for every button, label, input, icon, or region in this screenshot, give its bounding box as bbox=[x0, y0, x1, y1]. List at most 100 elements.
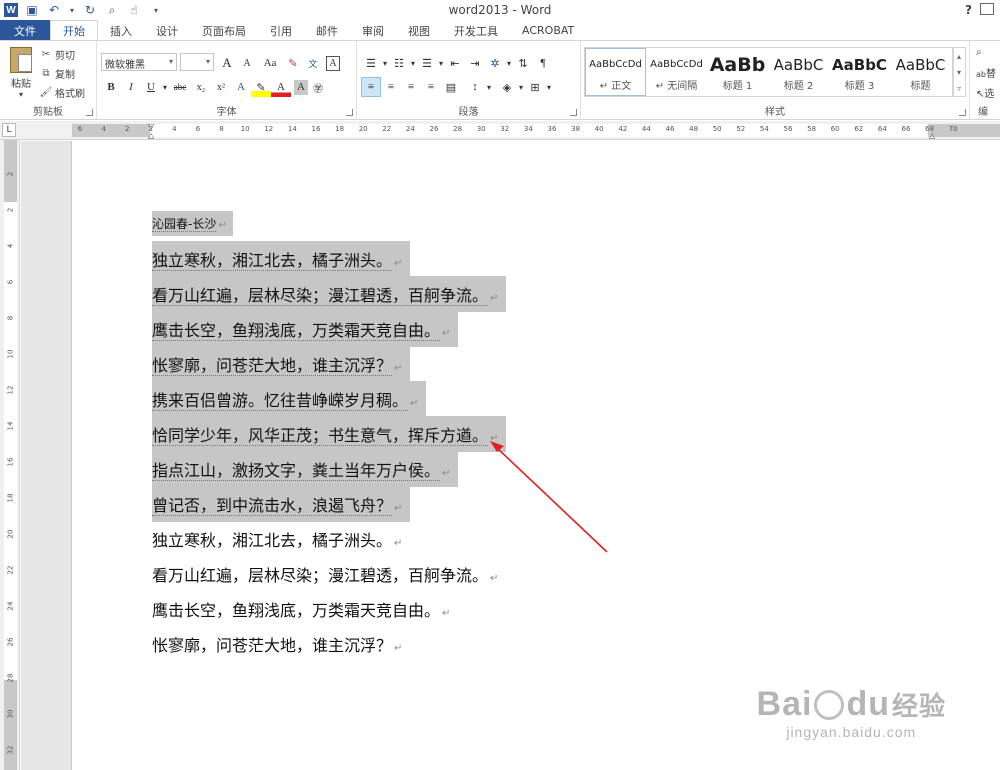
style-no-spacing[interactable]: AaBbCcDd ↵ 无间隔 bbox=[646, 48, 707, 96]
shading-icon[interactable]: ◈ bbox=[497, 77, 517, 97]
style-heading-1[interactable]: AaBb 标题 1 bbox=[707, 48, 768, 96]
tab-home[interactable]: 开始 bbox=[50, 20, 98, 41]
styles-launcher-icon[interactable] bbox=[959, 109, 966, 116]
bold-button[interactable]: B bbox=[101, 77, 121, 97]
document-line[interactable]: 恰同学少年，风华正茂；书生意气，挥斥方遒。 ↵ bbox=[152, 416, 507, 452]
justify-icon[interactable]: ≡ bbox=[421, 77, 441, 97]
tab-review[interactable]: 审阅 bbox=[350, 20, 396, 41]
line-spacing-icon[interactable]: ↕ bbox=[465, 77, 485, 97]
hanging-indent-marker[interactable]: △ bbox=[148, 131, 154, 140]
ribbon-display-options-icon[interactable] bbox=[980, 3, 994, 15]
replace-button[interactable]: ab替 bbox=[976, 65, 996, 80]
tab-file[interactable]: 文件 bbox=[0, 20, 50, 41]
chevron-down-icon[interactable]: ▾ bbox=[957, 68, 961, 77]
bullets-dropdown-icon[interactable]: ▾ bbox=[381, 53, 389, 73]
strikethrough-button[interactable]: abc bbox=[169, 77, 191, 97]
text-effects-icon[interactable]: A bbox=[231, 77, 251, 97]
grow-font-button[interactable]: A bbox=[217, 53, 237, 73]
first-line-indent-marker[interactable]: ▽ bbox=[148, 122, 154, 131]
document-title-line[interactable]: 沁园春-长沙 ↵ bbox=[152, 211, 233, 236]
tab-mailings[interactable]: 邮件 bbox=[304, 20, 350, 41]
document-line[interactable]: 鹰击长空，鱼翔浅底，万类霜天竞自由。 ↵ bbox=[152, 591, 458, 627]
line-spacing-dropdown-icon[interactable]: ▾ bbox=[485, 77, 493, 97]
phonetic-guide-icon[interactable]: 文 bbox=[303, 53, 323, 73]
sort-icon[interactable]: ⇅ bbox=[513, 53, 533, 73]
document-line[interactable]: 携来百侣曾游。忆往昔峥嵘岁月稠。 ↵ bbox=[152, 381, 427, 417]
tab-developer[interactable]: 开发工具 bbox=[442, 20, 510, 41]
tab-page-layout[interactable]: 页面布局 bbox=[190, 20, 258, 41]
highlight-icon[interactable]: ✎ bbox=[251, 77, 271, 97]
find-button[interactable]: ⌕ bbox=[976, 47, 982, 58]
numbering-dropdown-icon[interactable]: ▾ bbox=[409, 53, 417, 73]
decrease-indent-icon[interactable]: ⇤ bbox=[445, 53, 465, 73]
paragraph-launcher-icon[interactable] bbox=[570, 109, 577, 116]
style-heading-2[interactable]: AaBbC 标题 2 bbox=[768, 48, 829, 96]
multilevel-list-icon[interactable]: ☰ bbox=[417, 53, 437, 73]
paste-button[interactable]: 粘贴 ▾ bbox=[6, 47, 36, 99]
cut-button[interactable]: ✂ 剪切 bbox=[40, 47, 75, 62]
underline-button[interactable]: U bbox=[141, 77, 161, 97]
style-title[interactable]: AaBbC 标题 bbox=[890, 48, 951, 96]
tab-references[interactable]: 引用 bbox=[258, 20, 304, 41]
tab-design[interactable]: 设计 bbox=[144, 20, 190, 41]
numbering-icon[interactable]: ☷ bbox=[389, 53, 409, 73]
paste-dropdown-icon[interactable]: ▾ bbox=[6, 90, 36, 99]
align-right-icon[interactable]: ≡ bbox=[401, 77, 421, 97]
character-border-icon[interactable]: A bbox=[326, 55, 340, 71]
superscript-button[interactable]: x² bbox=[211, 77, 231, 97]
borders-dropdown-icon[interactable]: ▾ bbox=[545, 77, 553, 97]
horizontal-ruler[interactable]: L 6 4 2 2 4 6 8 10 12 14 16 18 20 22 24 26 28 30 32 34 36 38 4… bbox=[0, 121, 1000, 140]
bullets-icon[interactable]: ☰ bbox=[361, 53, 381, 73]
document-page[interactable]: 沁园春-长沙 ↵ 独立寒秋，湘江北去，橘子洲头。 ↵ 看万山红遍，层林尽染；漫江碧透… bbox=[71, 141, 1000, 770]
document-line[interactable]: 指点江山，激扬文字，粪土当年万户侯。 ↵ bbox=[152, 451, 459, 487]
ruler-tick-label: 16 bbox=[311, 125, 321, 133]
document-line[interactable]: 独立寒秋，湘江北去，橘子洲头。 ↵ bbox=[152, 241, 411, 277]
clipboard-launcher-icon[interactable] bbox=[86, 109, 93, 116]
underline-dropdown-icon[interactable]: ▾ bbox=[161, 77, 169, 97]
style-normal[interactable]: AaBbCcDd ↵ 正文 bbox=[585, 48, 646, 96]
italic-button[interactable]: I bbox=[121, 77, 141, 97]
font-name-select[interactable]: 微软雅黑 ▾ bbox=[101, 53, 177, 71]
vertical-ruler[interactable]: 2 2 4 6 8 10 12 14 16 18 20 22 24 26 28 30 32 bbox=[0, 140, 20, 770]
align-left-icon[interactable]: ≡ bbox=[361, 77, 381, 97]
document-line[interactable]: 鹰击长空，鱼翔浅底，万类霜天竞自由。 ↵ bbox=[152, 311, 459, 347]
document-line[interactable]: 看万山红遍，层林尽染；漫江碧透，百舸争流。 ↵ bbox=[152, 556, 506, 592]
copy-button[interactable]: ⧉ 复制 bbox=[40, 66, 75, 81]
multilevel-dropdown-icon[interactable]: ▾ bbox=[437, 53, 445, 73]
chevron-up-icon[interactable]: ▴ bbox=[957, 52, 961, 61]
style-name: 标题 3 bbox=[844, 80, 875, 92]
document-line[interactable]: 怅寥廓，问苍茫大地，谁主沉浮？ ↵ bbox=[152, 346, 411, 382]
font-color-icon[interactable]: A bbox=[271, 77, 291, 97]
distributed-icon[interactable]: ▤ bbox=[441, 77, 461, 97]
document-line[interactable]: 怅寥廓，问苍茫大地，谁主沉浮？ ↵ bbox=[152, 626, 410, 662]
styles-gallery-scroll[interactable]: ▴ ▾ ▿ bbox=[952, 47, 966, 97]
style-heading-3[interactable]: AaBbC 标题 3 bbox=[829, 48, 890, 96]
document-line[interactable]: 独立寒秋，湘江北去，橘子洲头。 ↵ bbox=[152, 521, 410, 557]
shading-dropdown-icon[interactable]: ▾ bbox=[517, 77, 525, 97]
format-painter-button[interactable]: 🖌 格式刷 bbox=[40, 85, 85, 100]
asian-layout-dropdown-icon[interactable]: ▾ bbox=[505, 53, 513, 73]
enclose-characters-icon[interactable]: ㊫ bbox=[308, 77, 328, 97]
tab-insert[interactable]: 插入 bbox=[98, 20, 144, 41]
borders-icon[interactable]: ⊞ bbox=[525, 77, 545, 97]
change-case-button[interactable]: Aa bbox=[257, 53, 283, 73]
tab-acrobat[interactable]: ACROBAT bbox=[510, 20, 586, 41]
tab-selector[interactable]: L bbox=[2, 123, 16, 137]
clear-formatting-icon[interactable]: ✎ bbox=[283, 53, 303, 73]
align-center-icon[interactable]: ≡ bbox=[381, 77, 401, 97]
asian-layout-icon[interactable]: ✲ bbox=[485, 53, 505, 73]
font-launcher-icon[interactable] bbox=[346, 109, 353, 116]
increase-indent-icon[interactable]: ⇥ bbox=[465, 53, 485, 73]
right-indent-marker[interactable]: △ bbox=[929, 131, 935, 140]
character-shading-icon[interactable]: A bbox=[294, 79, 308, 95]
select-button[interactable]: ↖选 bbox=[976, 85, 994, 100]
document-line[interactable]: 看万山红遍，层林尽染；漫江碧透，百舸争流。 ↵ bbox=[152, 276, 507, 312]
show-marks-icon[interactable]: ¶ bbox=[533, 53, 553, 73]
tab-view[interactable]: 视图 bbox=[396, 20, 442, 41]
document-line[interactable]: 曾记否，到中流击水，浪遏飞舟？ ↵ bbox=[152, 486, 411, 522]
shrink-font-button[interactable]: A bbox=[237, 53, 257, 73]
subscript-button[interactable]: x₂ bbox=[191, 77, 211, 97]
font-size-select[interactable]: ▾ bbox=[180, 53, 214, 71]
help-button[interactable]: ? bbox=[965, 3, 972, 17]
more-icon[interactable]: ▿ bbox=[957, 84, 961, 93]
